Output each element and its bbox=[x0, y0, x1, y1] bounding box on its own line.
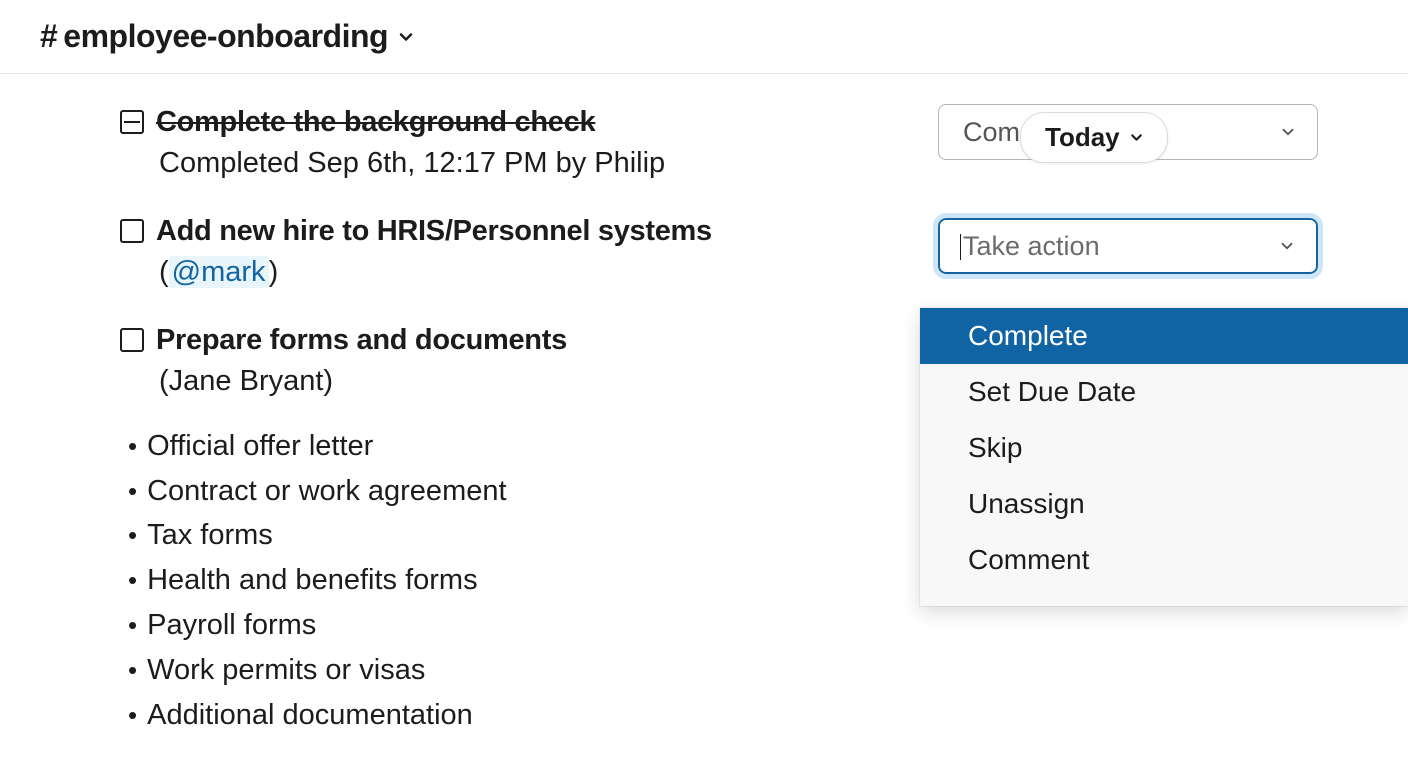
task-item: Prepare forms and documents (Jane Bryant… bbox=[120, 322, 918, 403]
bullet-icon: • bbox=[128, 560, 137, 600]
bullet-text: Tax forms bbox=[147, 513, 273, 558]
dropdown-placeholder: Take action bbox=[960, 231, 1100, 262]
list-item: •Additional documentation bbox=[128, 693, 918, 738]
list-item: •Work permits or visas bbox=[128, 648, 918, 693]
list-item: •Official offer letter bbox=[128, 424, 918, 469]
menu-item-complete[interactable]: Complete bbox=[920, 308, 1408, 364]
menu-item-skip[interactable]: Skip bbox=[920, 420, 1408, 476]
bullet-icon: • bbox=[128, 515, 137, 555]
task-assignee: (Jane Bryant) bbox=[159, 360, 918, 404]
bullet-text: Additional documentation bbox=[147, 693, 473, 738]
chevron-down-icon bbox=[396, 27, 416, 47]
task-list-column: Complete the background check Completed … bbox=[0, 104, 938, 738]
task-title: Prepare forms and documents bbox=[156, 322, 567, 360]
take-action-dropdown[interactable]: Take action bbox=[938, 218, 1318, 274]
task-checkbox[interactable] bbox=[120, 110, 144, 134]
list-item: •Health and benefits forms bbox=[128, 558, 918, 603]
hash-icon: # bbox=[40, 18, 57, 55]
task-item: Add new hire to HRIS/Personnel systems (… bbox=[120, 213, 918, 294]
bullet-icon: • bbox=[128, 695, 137, 735]
bullet-icon: • bbox=[128, 471, 137, 511]
task-checkbox[interactable] bbox=[120, 219, 144, 243]
text-caret-icon bbox=[960, 234, 961, 260]
list-item: •Contract or work agreement bbox=[128, 469, 918, 514]
bullet-text: Official offer letter bbox=[147, 424, 373, 469]
bullet-icon: • bbox=[128, 605, 137, 645]
today-label: Today bbox=[1045, 122, 1120, 153]
task-checkbox[interactable] bbox=[120, 328, 144, 352]
task-assignee: (@mark) bbox=[159, 251, 918, 295]
menu-item-comment[interactable]: Comment bbox=[920, 532, 1408, 588]
bullet-text: Payroll forms bbox=[147, 603, 316, 648]
task-title: Add new hire to HRIS/Personnel systems bbox=[156, 213, 712, 251]
bullet-icon: • bbox=[128, 426, 137, 466]
list-item: •Payroll forms bbox=[128, 603, 918, 648]
task-subtitle: Completed Sep 6th, 12:17 PM by Philip bbox=[159, 142, 918, 186]
chevron-down-icon bbox=[1128, 122, 1145, 153]
paren-open: ( bbox=[159, 256, 169, 288]
action-menu: Complete Set Due Date Skip Unassign Comm… bbox=[920, 308, 1408, 606]
list-item: •Tax forms bbox=[128, 513, 918, 558]
paren-close: ) bbox=[269, 256, 279, 288]
today-pill[interactable]: Today bbox=[1020, 112, 1168, 163]
menu-item-set-due-date[interactable]: Set Due Date bbox=[920, 364, 1408, 420]
bullet-text: Health and benefits forms bbox=[147, 558, 477, 603]
task-item: Complete the background check Completed … bbox=[120, 104, 918, 185]
channel-title[interactable]: # employee-onboarding bbox=[40, 18, 416, 55]
bullet-text: Work permits or visas bbox=[147, 648, 425, 693]
chevron-down-icon bbox=[1278, 231, 1296, 262]
task-title: Complete the background check bbox=[156, 104, 595, 142]
bullet-icon: • bbox=[128, 650, 137, 690]
chevron-down-icon bbox=[1279, 117, 1297, 148]
bullet-list: •Official offer letter •Contract or work… bbox=[128, 424, 918, 739]
bullet-text: Contract or work agreement bbox=[147, 469, 506, 514]
channel-header: # employee-onboarding bbox=[0, 0, 1408, 74]
mention[interactable]: @mark bbox=[169, 256, 269, 288]
menu-item-unassign[interactable]: Unassign bbox=[920, 476, 1408, 532]
channel-name-text: employee-onboarding bbox=[63, 18, 388, 55]
